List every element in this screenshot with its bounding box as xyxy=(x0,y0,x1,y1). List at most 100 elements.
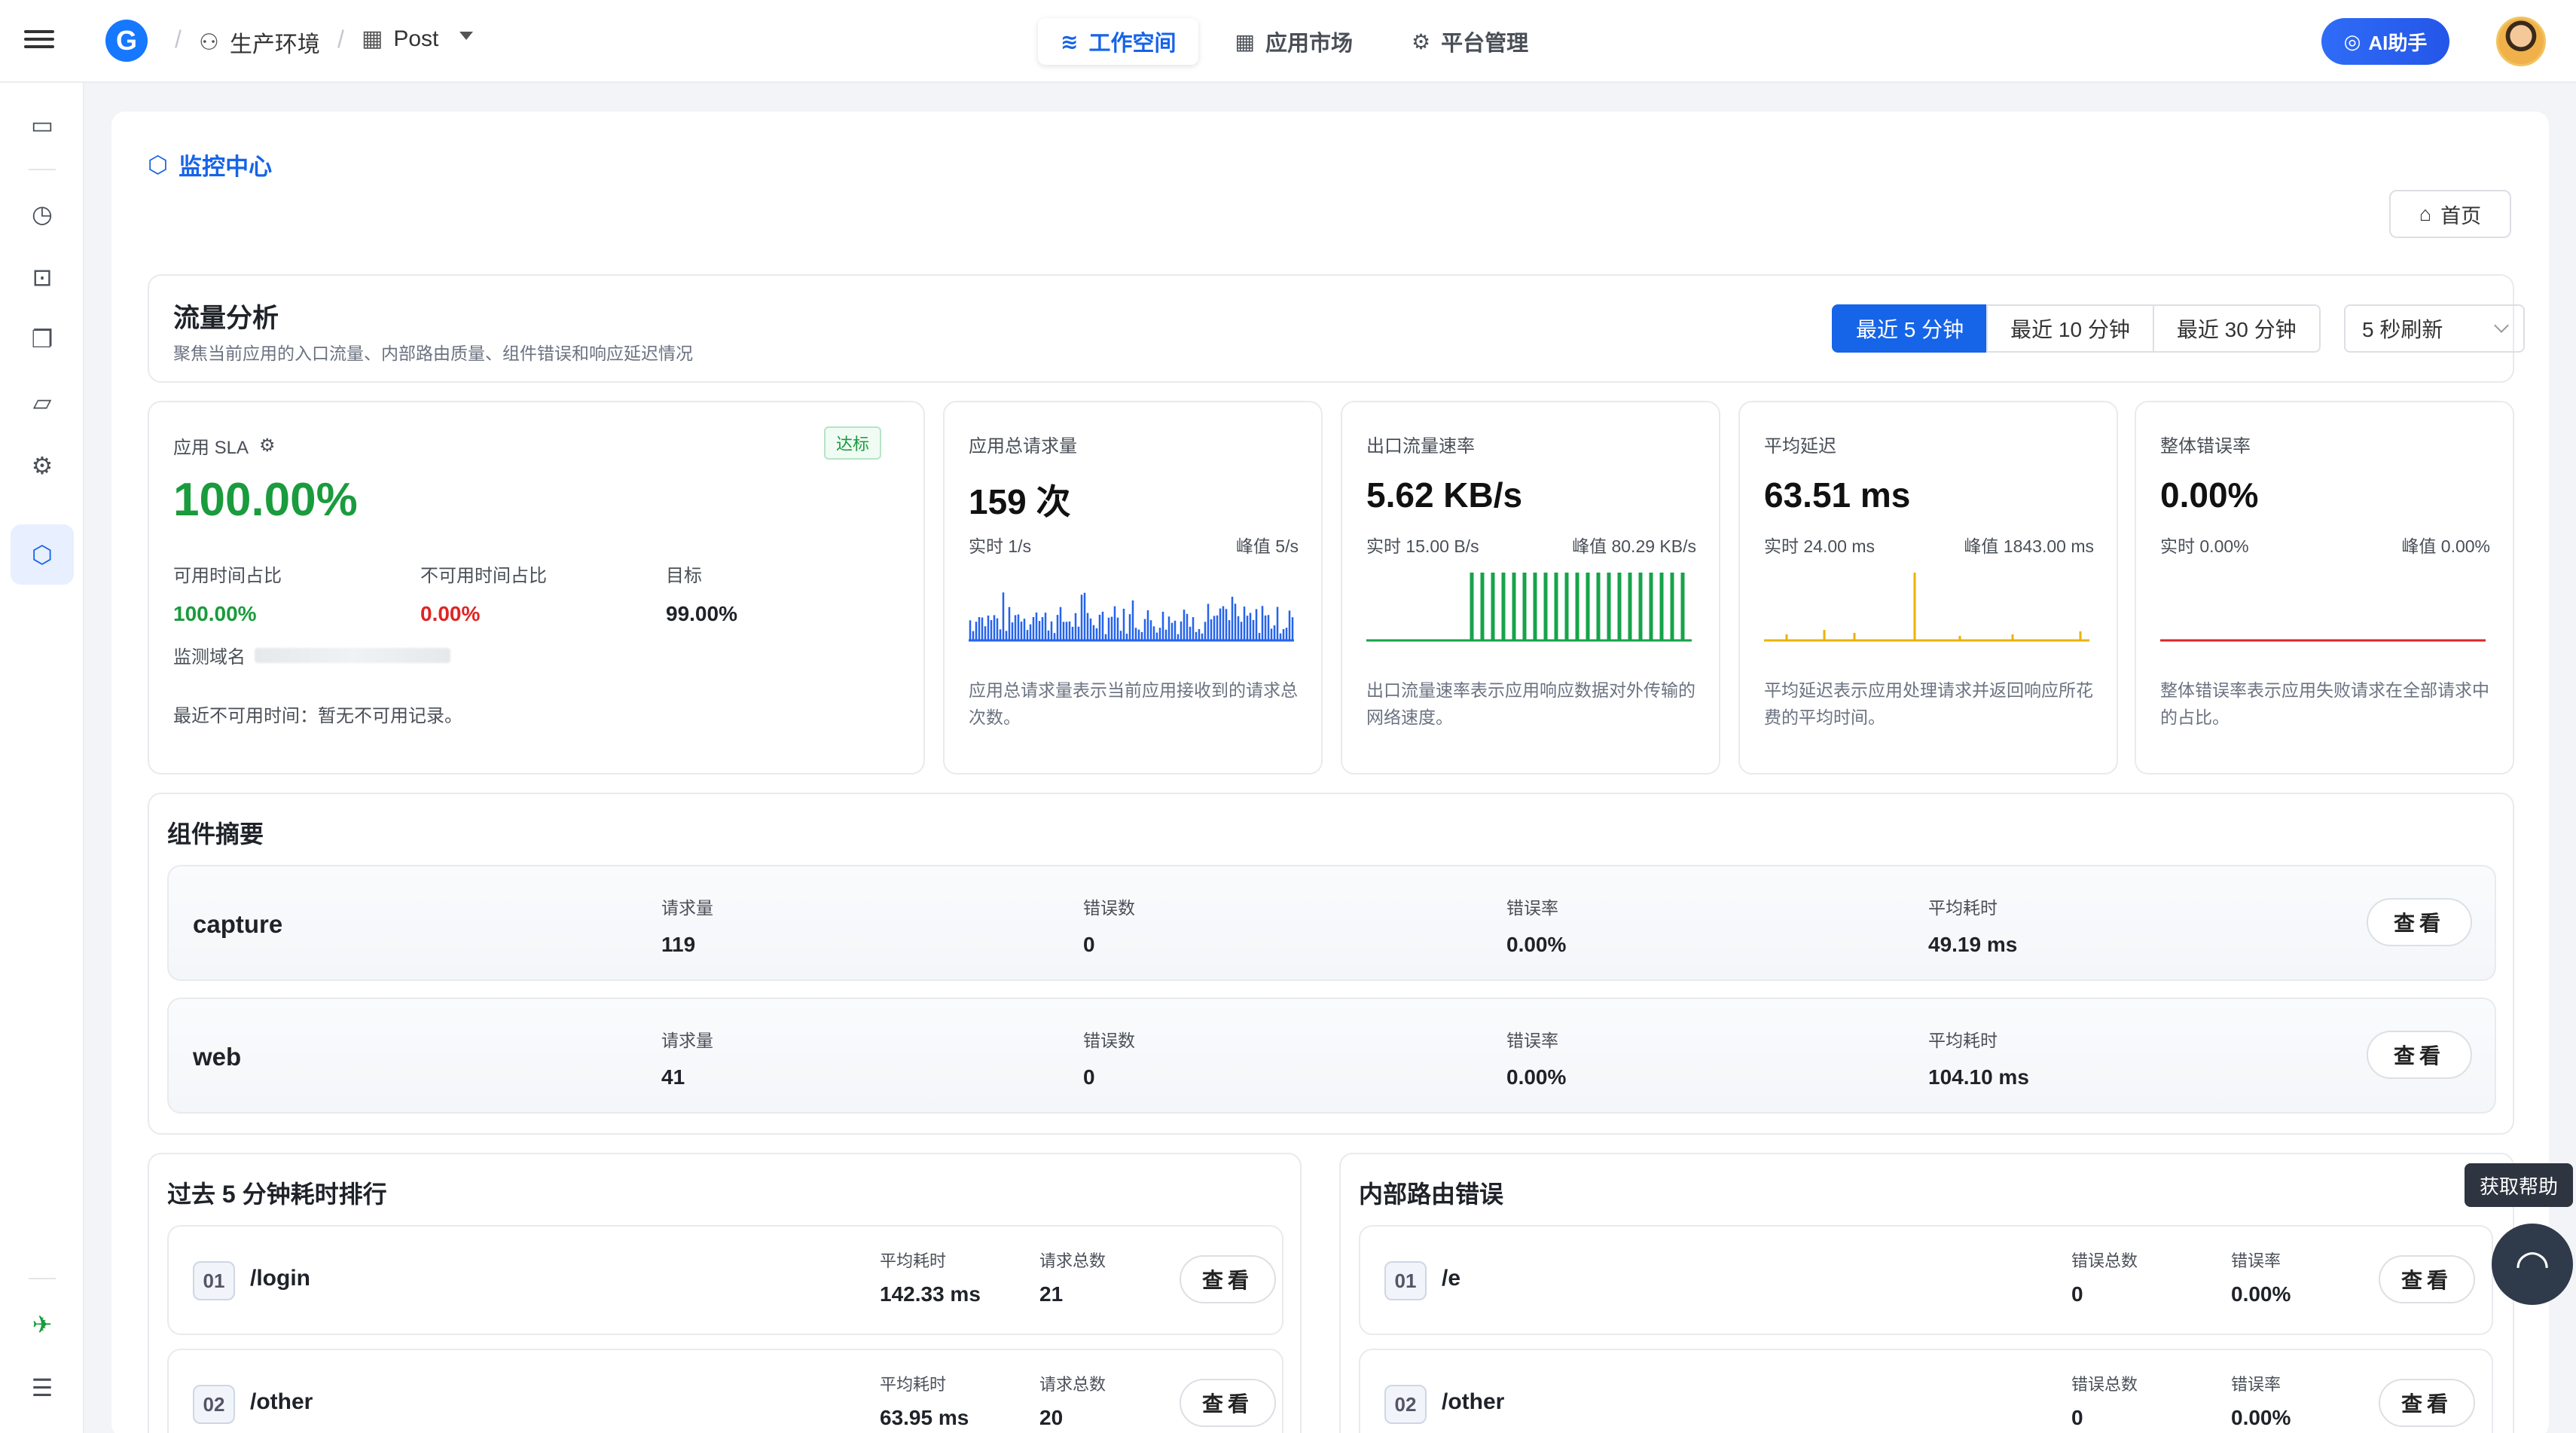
stat-label: 可用时间占比 xyxy=(173,566,282,586)
metric-card-error-rate: 整体错误率 0.00% 实时 0.00% 峰值 0.00% 整体错误率表示应用失… xyxy=(2135,401,2514,775)
metric-peak: 峰值 5/s xyxy=(1235,536,1299,556)
docs-icon[interactable]: ❐ xyxy=(27,324,57,354)
metric-peak: 峰值 0.00% xyxy=(2401,536,2490,556)
breadcrumb-environment[interactable]: ⚇ 生产环境 xyxy=(199,26,320,59)
metric-card-requests: 应用总请求量 159 次 实时 1/s 峰值 5/s 应用总请求量表示当前应用接… xyxy=(943,401,1323,775)
stat-value: 49.19 ms xyxy=(1928,933,2018,956)
avatar[interactable] xyxy=(2496,17,2546,66)
range-30min-button[interactable]: 最近 30 分钟 xyxy=(2152,304,2321,353)
stat-label: 错误总数 xyxy=(2071,1251,2138,1270)
internal-route-errors: 内部路由错误 01 /e 错误总数 0 错误率 0.00% 查看 02 /other… xyxy=(1339,1153,2514,1433)
view-button[interactable]: 查看 xyxy=(1180,1379,1276,1427)
route-path: /e xyxy=(1442,1266,1461,1291)
view-button[interactable]: 查看 xyxy=(2379,1255,2475,1303)
route-path: /login xyxy=(250,1266,310,1291)
metric-peak: 峰值 80.29 KB/s xyxy=(1572,536,1696,556)
metric-value: 159 次 xyxy=(969,482,1071,521)
view-button[interactable]: 查看 xyxy=(2367,1031,2472,1079)
home-button[interactable]: ⌂ 首页 xyxy=(2389,190,2511,238)
tab-app-market[interactable]: ▦ 应用市场 xyxy=(1212,18,1375,65)
home-icon: ⌂ xyxy=(2419,202,2432,225)
stat-label: 请求量 xyxy=(661,1031,713,1050)
refresh-interval-select[interactable]: 5 秒刷新 xyxy=(2344,304,2525,353)
metric-realtime: 实时 24.00 ms xyxy=(1764,536,1875,556)
robot-icon[interactable]: ⊡ xyxy=(27,262,57,292)
rocket-icon[interactable]: ✈ xyxy=(27,1309,57,1340)
metric-description: 应用总请求量表示当前应用接收到的请求总次数。 xyxy=(969,680,1298,727)
view-button[interactable]: 查看 xyxy=(2379,1379,2475,1427)
stat-label: 不可用时间占比 xyxy=(420,566,547,586)
domain-label: 监测域名 xyxy=(173,647,246,668)
component-summary: 组件摘要 capture 请求量 119 错误数 0 错误率 0.00% 平均耗时 49… xyxy=(148,793,2514,1135)
metric-value: 63.51 ms xyxy=(1764,475,1911,515)
metric-description: 平均延迟表示应用处理请求并返回响应所花费的平均时间。 xyxy=(1764,680,2093,727)
stat-cell: 错误率 0.00% xyxy=(2231,1371,2291,1430)
component-row: capture 请求量 119 错误数 0 错误率 0.00% 平均耗时 49.19 m… xyxy=(167,865,2496,981)
layers-icon: ≋ xyxy=(1061,29,1079,53)
menu-icon[interactable] xyxy=(24,26,54,56)
folder-icon[interactable]: ▱ xyxy=(27,387,57,417)
stat-label: 错误率 xyxy=(1506,898,1558,918)
box-monitor-icon[interactable]: ⬡ xyxy=(11,524,74,585)
refresh-value: 5 秒刷新 xyxy=(2362,318,2443,341)
top-bar: G / ⚇ 生产环境 / ▦ Post ≋ 工作空间 ▦ 应用市场 ⚙ 平台管理… xyxy=(0,0,2576,83)
gear-icon: ⚙ xyxy=(1411,29,1431,53)
gear-icon[interactable]: ⚙ xyxy=(27,451,57,481)
latency-ranking: 过去 5 分钟耗时排行 01 /login 平均耗时 142.33 ms 请求总数… xyxy=(148,1153,1302,1433)
section-title: 组件摘要 xyxy=(167,820,264,848)
stat-value: 0 xyxy=(1083,933,1095,956)
range-10min-button[interactable]: 最近 10 分钟 xyxy=(1986,304,2154,353)
stat-label: 平均耗时 xyxy=(880,1251,947,1270)
stat-value: 20 xyxy=(1039,1406,1064,1429)
left-sidebar: ▭ ◷ ⊡ ❐ ▱ ⚙ ⬡ ✈ ☰ xyxy=(0,83,84,1433)
chevron-down-icon[interactable] xyxy=(459,32,473,40)
stat-cell: 平均耗时 49.19 ms xyxy=(1928,894,2017,957)
stat-value: 41 xyxy=(661,1065,685,1089)
stat-cell: 错误率 0.00% xyxy=(2231,1248,2291,1306)
headset-icon: ◠ xyxy=(2514,1242,2550,1288)
requests-sparkline xyxy=(969,592,1294,642)
rank-number: 01 xyxy=(193,1261,235,1300)
metric-value: 0.00% xyxy=(2160,475,2259,515)
rank-number: 02 xyxy=(1384,1385,1427,1424)
tab-platform-admin[interactable]: ⚙ 平台管理 xyxy=(1389,18,1551,65)
indent-icon[interactable]: ☰ xyxy=(27,1373,57,1403)
stat-value: 0.00% xyxy=(1506,1065,1567,1089)
tab-workspace[interactable]: ≋ 工作空间 xyxy=(1038,18,1199,65)
stat-cell: 请求量 119 xyxy=(661,894,713,957)
monitor-icon[interactable]: ▭ xyxy=(27,110,57,140)
sla-card: 应用 SLA ⚙ 达标 100.00% 可用时间占比 100.00% 不可用时间… xyxy=(148,401,925,775)
sla-unavailable: 不可用时间占比 0.00% xyxy=(420,561,547,626)
rank-number: 02 xyxy=(193,1385,235,1424)
stat-value: 21 xyxy=(1039,1282,1064,1306)
metric-realtime: 实时 0.00% xyxy=(2160,536,2249,556)
app-logo[interactable]: G xyxy=(105,20,148,62)
tab-label: 工作空间 xyxy=(1088,32,1177,56)
sla-available: 可用时间占比 100.00% xyxy=(173,561,282,626)
stat-value: 0.00% xyxy=(1506,933,1567,956)
tab-label: 应用市场 xyxy=(1265,32,1353,56)
main-panel: ⬡ 监控中心 ⌂ 首页 流量分析 聚焦当前应用的入口流量、内部路由质量、组件错误… xyxy=(111,112,2549,1433)
stat-value: 119 xyxy=(661,933,696,956)
breadcrumb-app[interactable]: ▦ Post xyxy=(362,26,438,52)
range-5min-button[interactable]: 最近 5 分钟 xyxy=(1832,304,1988,353)
view-button[interactable]: 查看 xyxy=(2367,898,2472,946)
stat-label: 错误率 xyxy=(2231,1251,2281,1270)
stat-cell: 错误总数 0 xyxy=(2071,1248,2138,1306)
stat-cell: 请求量 41 xyxy=(661,1026,713,1089)
help-button[interactable]: ◠ xyxy=(2492,1224,2573,1305)
stat-label: 请求量 xyxy=(661,898,713,918)
view-button[interactable]: 查看 xyxy=(1180,1255,1276,1303)
breadcrumb-separator: / xyxy=(337,26,344,53)
stat-cell: 平均耗时 142.33 ms xyxy=(880,1248,981,1306)
grid-icon: ▦ xyxy=(1235,29,1255,53)
latency-sparkline xyxy=(1764,573,2089,642)
ai-assistant-button[interactable]: ◎ AI助手 xyxy=(2321,18,2449,65)
user-group-icon: ⚇ xyxy=(199,29,219,55)
egress-sparkline xyxy=(1366,573,1692,642)
breadcrumb-label: 生产环境 xyxy=(229,32,320,57)
gear-icon[interactable]: ⚙ xyxy=(259,435,276,457)
sla-label: 应用 SLA ⚙ xyxy=(173,432,276,459)
clock-icon[interactable]: ◷ xyxy=(27,199,57,229)
stat-label: 平均耗时 xyxy=(1928,898,1998,918)
